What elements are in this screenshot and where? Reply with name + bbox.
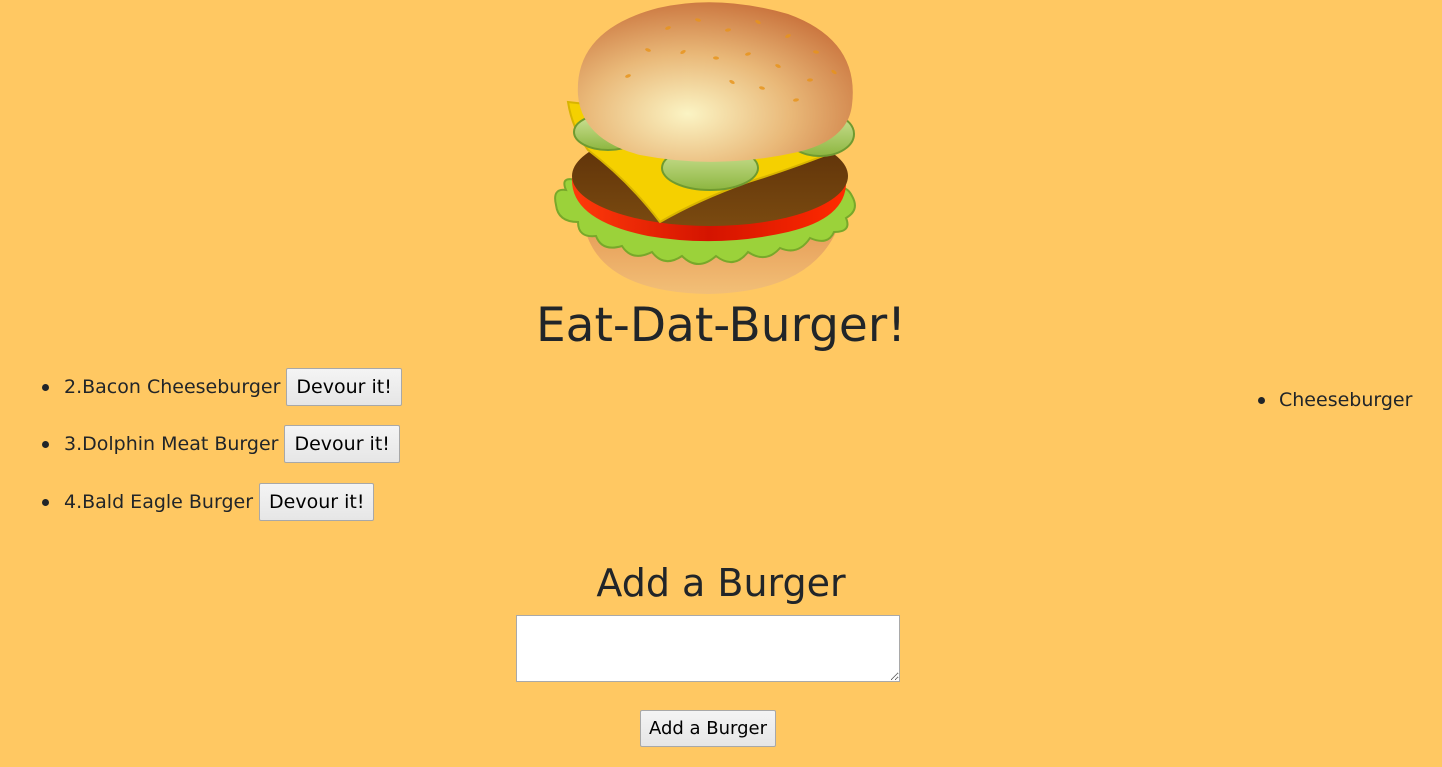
devoured-burger-name: Cheeseburger (1279, 389, 1413, 411)
burger-list-item: 4.Bald Eagle Burger Devour it! (32, 473, 402, 531)
burger-name: 2.Bacon Cheeseburger (64, 375, 281, 398)
bullet-icon (42, 383, 49, 391)
devoured-list: Cheeseburger (1248, 382, 1412, 418)
burger-name: 3.Dolphin Meat Burger (64, 433, 279, 456)
bullet-icon (42, 498, 49, 506)
burger-name-input[interactable] (516, 615, 900, 682)
bullet-icon (42, 441, 49, 449)
devour-button[interactable]: Devour it! (284, 425, 400, 464)
burger-list-item: 2.Bacon Cheeseburger Devour it! (32, 358, 402, 416)
bullet-icon (1258, 397, 1265, 404)
burger-list-item: 3.Dolphin Meat Burger Devour it! (32, 416, 402, 474)
devour-button[interactable]: Devour it! (259, 482, 375, 521)
hamburger-icon (554, 2, 856, 294)
burger-name: 4.Bald Eagle Burger (64, 490, 254, 513)
add-burger-button[interactable]: Add a Burger (640, 710, 776, 747)
add-burger-heading: Add a Burger (596, 561, 846, 605)
devour-button[interactable]: Devour it! (286, 367, 402, 406)
devoured-list-item: Cheeseburger (1248, 382, 1412, 418)
page-title: Eat-Dat-Burger! (535, 298, 907, 353)
burger-list: 2.Bacon Cheeseburger Devour it! 3.Dolphi… (32, 358, 402, 531)
